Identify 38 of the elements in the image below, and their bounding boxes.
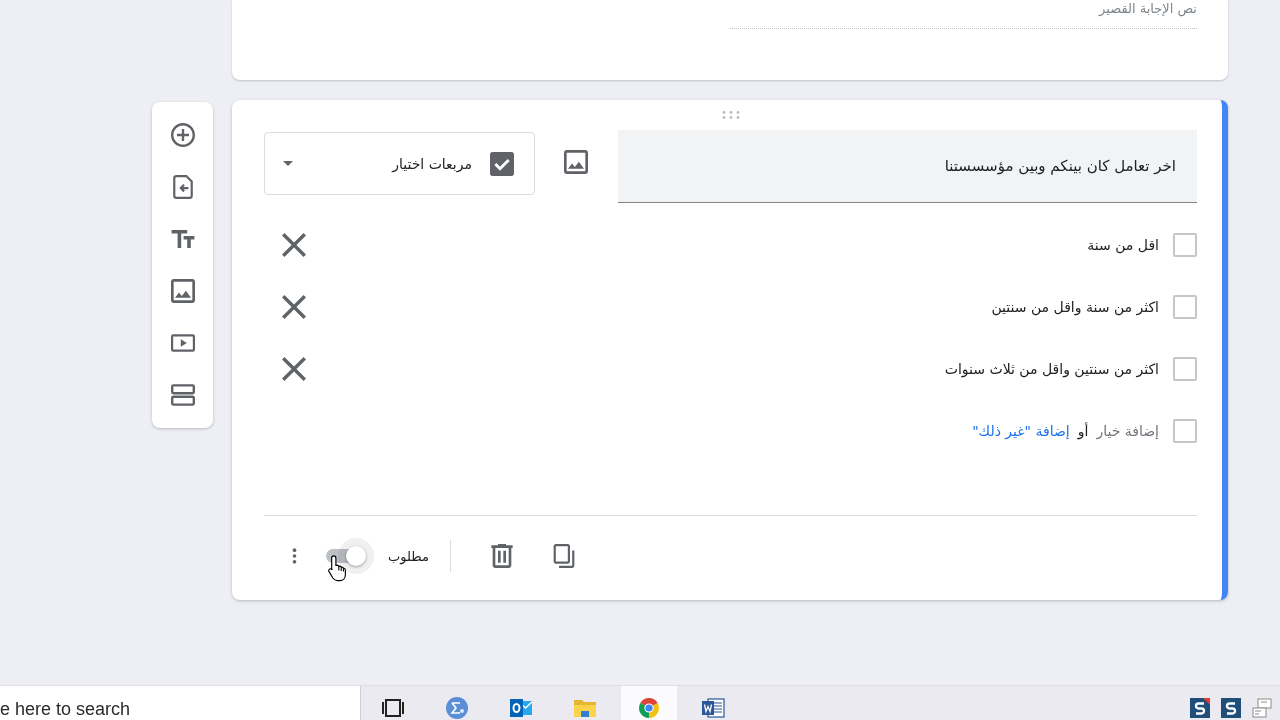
empty-checkbox-icon: [1173, 419, 1197, 443]
browser-icon: [639, 698, 659, 718]
option-label[interactable]: اكثر من سنتين واقل من ثلاث سنوات: [944, 361, 1159, 377]
short-answer-field: نص الإجابة القصير: [730, 0, 1197, 29]
add-other-link[interactable]: إضافة "غير ذلك": [972, 423, 1070, 439]
folder-icon: [574, 700, 596, 717]
document-app-icon: [702, 698, 725, 718]
import-file-icon: [170, 175, 195, 199]
image-icon: [564, 150, 588, 174]
checkbox-icon: [490, 151, 514, 176]
tray-app-icon[interactable]: [1221, 698, 1241, 718]
hand-cursor-icon: [328, 555, 348, 583]
trash-icon: [489, 544, 514, 568]
text-size-icon: [170, 227, 195, 251]
required-label: مطلوب: [388, 548, 429, 564]
option-checkbox[interactable]: [1173, 357, 1197, 381]
question-type-dropdown[interactable]: مربعات اختيار: [264, 132, 535, 195]
question-title-field[interactable]: اخر تعامل كان بينكم وبين مؤسسستنا: [618, 130, 1197, 203]
option-label[interactable]: اقل من سنة: [1087, 237, 1159, 253]
image-icon: [170, 279, 195, 303]
copy-icon: [551, 544, 576, 568]
option-checkbox[interactable]: [1173, 295, 1197, 319]
close-icon: [282, 357, 306, 381]
mail-app-icon: [510, 699, 533, 717]
add-option-button[interactable]: إضافة خيار: [1096, 423, 1159, 439]
option-label[interactable]: اكثر من سنة واقل من سنتين: [991, 299, 1159, 315]
close-icon: [282, 233, 306, 257]
more-vertical-icon: [291, 547, 297, 565]
video-play-icon: [170, 331, 195, 355]
tray-app-icon[interactable]: [1190, 698, 1210, 718]
or-label: أو: [1077, 423, 1089, 439]
task-view-icon: [382, 699, 404, 717]
option-checkbox[interactable]: [1173, 233, 1197, 257]
drag-handle-icon[interactable]: [720, 111, 741, 119]
section-icon: [170, 383, 195, 407]
search-field[interactable]: e here to search: [0, 686, 361, 720]
close-icon: [282, 295, 306, 319]
caret-icon: [283, 161, 293, 166]
